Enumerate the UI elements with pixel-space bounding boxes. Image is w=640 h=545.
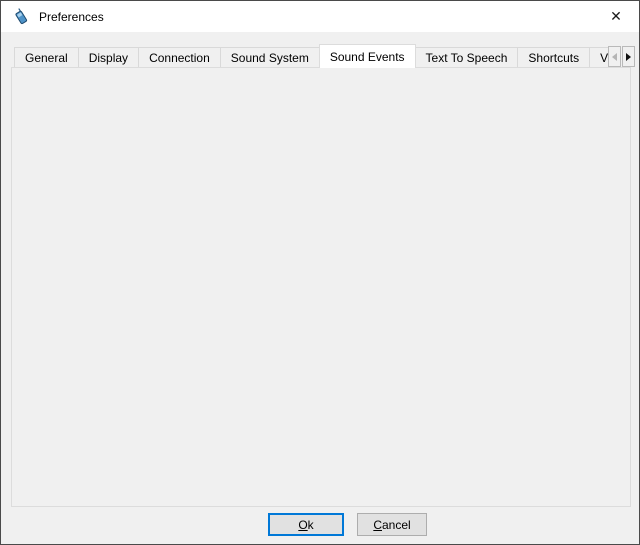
tab-label: Shortcuts: [528, 51, 579, 65]
tab-label: Text To Speech: [426, 51, 508, 65]
tab-label: Sound Events: [330, 50, 405, 64]
tab-sound-system[interactable]: Sound System: [220, 47, 320, 68]
preferences-dialog: Preferences ✕ General Display Connection…: [0, 0, 640, 545]
app-icon: [12, 7, 31, 26]
tab-scroll-left-button[interactable]: [608, 46, 621, 67]
cancel-button-label: Cancel: [358, 518, 426, 532]
titlebar: Preferences ✕: [1, 1, 639, 32]
tab-shortcuts[interactable]: Shortcuts: [517, 47, 590, 68]
tab-bar: General Display Connection Sound System …: [14, 44, 613, 68]
ok-button-label: Ok: [270, 518, 342, 532]
close-button[interactable]: ✕: [601, 4, 631, 28]
window-title: Preferences: [39, 10, 104, 24]
tab-text-to-speech[interactable]: Text To Speech: [415, 47, 519, 68]
tab-scroll-right-button[interactable]: [622, 46, 635, 67]
triangle-left-icon: [612, 53, 617, 61]
tab-label: General: [25, 51, 68, 65]
tab-general[interactable]: General: [14, 47, 79, 68]
tab-label: Sound System: [231, 51, 309, 65]
tab-label: Connection: [149, 51, 210, 65]
tab-connection[interactable]: Connection: [138, 47, 221, 68]
tab-sound-events[interactable]: Sound Events: [319, 44, 416, 68]
sound-events-page: [11, 67, 631, 507]
tab-label: Display: [89, 51, 128, 65]
cancel-button[interactable]: Cancel: [357, 513, 427, 536]
tab-display[interactable]: Display: [78, 47, 139, 68]
triangle-right-icon: [626, 53, 631, 61]
ok-button[interactable]: Ok: [268, 513, 344, 536]
